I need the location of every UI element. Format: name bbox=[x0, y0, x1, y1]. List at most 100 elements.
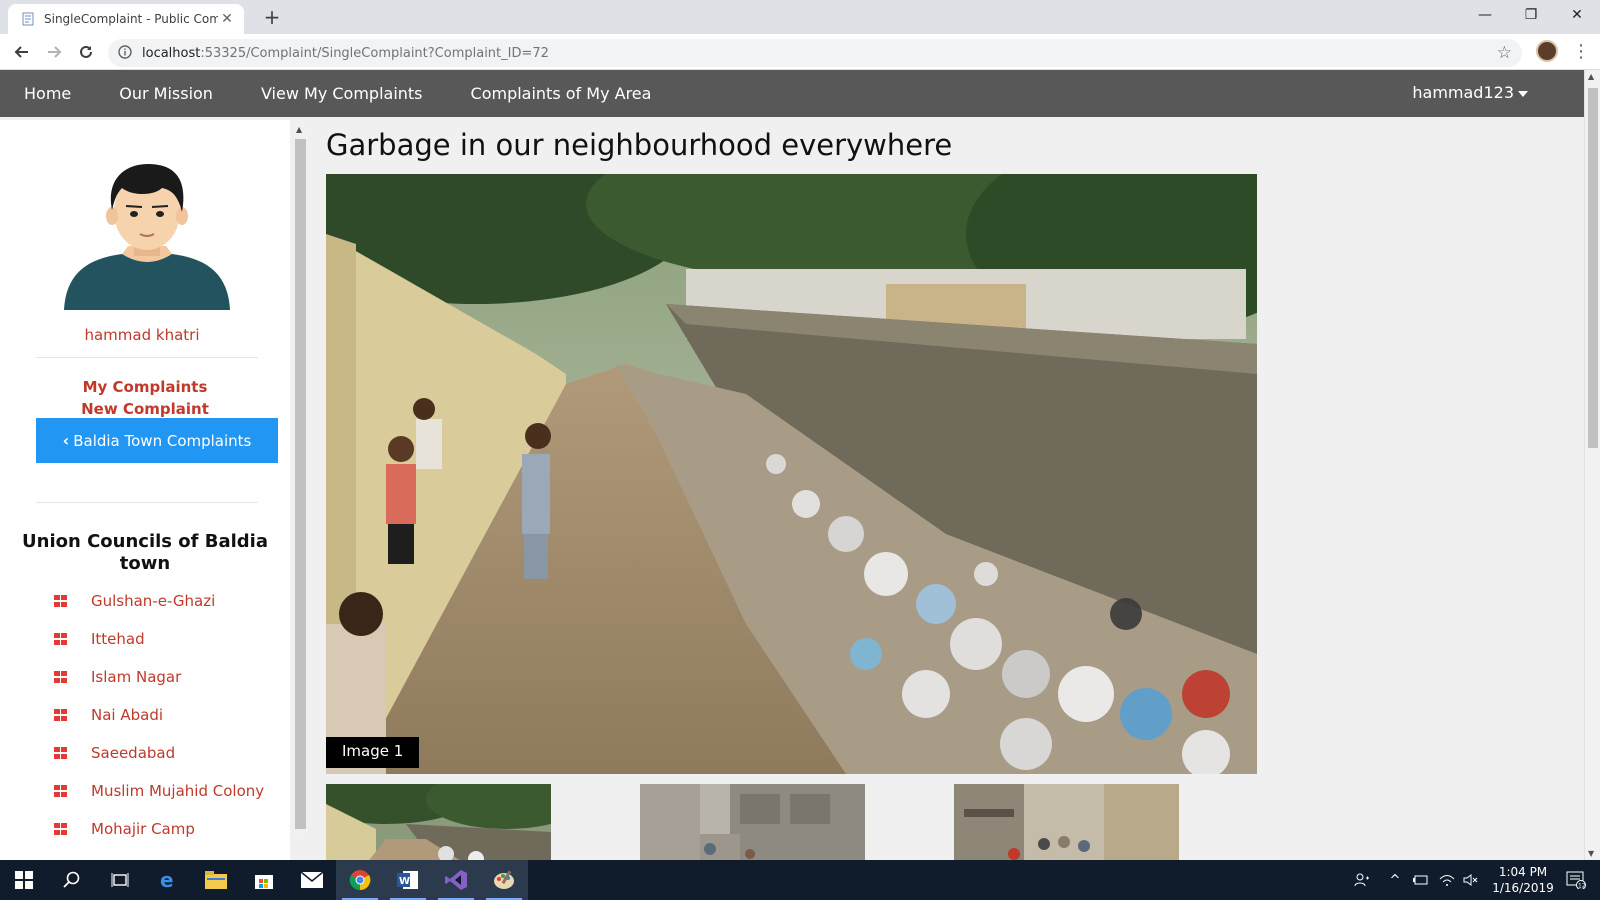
sidebar: hammad khatri My Complaints New Complain… bbox=[0, 120, 290, 860]
thumbnail-image-2[interactable] bbox=[640, 784, 865, 860]
volume-muted-icon[interactable] bbox=[1460, 860, 1482, 900]
search-icon[interactable] bbox=[48, 860, 96, 900]
minimize-icon[interactable]: — bbox=[1462, 0, 1508, 30]
page-viewport: Home Our Mission View My Complaints Comp… bbox=[0, 70, 1600, 860]
word-icon[interactable]: W bbox=[384, 860, 432, 900]
sidebar-divider bbox=[36, 502, 258, 503]
windows-taskbar: e W ^ 1:04 PM 1/16/2019 12 bbox=[0, 860, 1600, 900]
caret-down-icon bbox=[1518, 90, 1528, 97]
wifi-icon[interactable] bbox=[1436, 860, 1458, 900]
paint-icon[interactable] bbox=[480, 860, 528, 900]
new-tab-button[interactable]: + bbox=[258, 4, 286, 30]
complaint-main-image[interactable]: Image 1 bbox=[326, 174, 1257, 774]
bookmark-star-icon[interactable]: ☆ bbox=[1497, 43, 1512, 63]
chevron-up-icon[interactable]: ^ bbox=[1384, 860, 1406, 900]
page-favicon-icon bbox=[20, 11, 36, 27]
user-avatar bbox=[62, 160, 232, 310]
chevron-left-icon: ‹ bbox=[62, 431, 70, 450]
edge-browser-icon[interactable]: e bbox=[144, 860, 192, 900]
uc-item-label: Islam Nagar bbox=[91, 668, 182, 686]
uc-item-label: Saeedabad bbox=[91, 744, 176, 762]
uc-item-saeedabad[interactable]: Saeedabad bbox=[52, 742, 272, 764]
people-icon[interactable] bbox=[1348, 860, 1376, 900]
nav-home[interactable]: Home bbox=[24, 84, 71, 103]
nav-our-mission[interactable]: Our Mission bbox=[119, 84, 213, 103]
clock-time: 1:04 PM bbox=[1498, 865, 1548, 879]
svg-text:W: W bbox=[399, 876, 410, 887]
union-councils-heading: Union Councils of Baldia town bbox=[22, 531, 268, 574]
task-view-icon[interactable] bbox=[96, 860, 144, 900]
grid-icon bbox=[54, 785, 67, 797]
back-arrow-icon[interactable] bbox=[10, 40, 34, 64]
uc-item-gulshan-e-ghazi[interactable]: Gulshan-e-Ghazi bbox=[52, 590, 272, 612]
user-dropdown[interactable]: hammad123 bbox=[1412, 83, 1528, 102]
grid-icon bbox=[54, 823, 67, 835]
uc-item-label: Muslim Mujahid Colony bbox=[91, 782, 265, 800]
url-text: localhost:53325/Complaint/SingleComplain… bbox=[142, 46, 549, 61]
visual-studio-icon[interactable] bbox=[432, 860, 480, 900]
site-navbar: Home Our Mission View My Complaints Comp… bbox=[0, 70, 1584, 117]
windows-start-icon[interactable] bbox=[0, 860, 48, 900]
mail-icon[interactable] bbox=[288, 860, 336, 900]
uc-item-label: Ittehad bbox=[91, 630, 145, 648]
site-info-icon[interactable] bbox=[118, 44, 132, 63]
tab-title: SingleComplaint - Public Compla bbox=[44, 12, 218, 26]
grid-icon bbox=[54, 709, 67, 721]
uc-item-mohajir-camp[interactable]: Mohajir Camp bbox=[52, 818, 272, 840]
sidebar-user-name: hammad khatri bbox=[84, 326, 200, 344]
clock-date: 1/16/2019 bbox=[1492, 881, 1554, 895]
thumbnail-image-3[interactable] bbox=[954, 784, 1179, 860]
sidebar-divider bbox=[36, 357, 258, 358]
grid-icon bbox=[54, 595, 67, 607]
uc-item-islam-nagar[interactable]: Islam Nagar bbox=[52, 666, 272, 688]
union-councils-list: Gulshan-e-Ghazi Ittehad Islam Nagar Nai … bbox=[52, 590, 272, 856]
scroll-down-icon[interactable]: ▼ bbox=[1588, 849, 1594, 858]
user-dropdown-label: hammad123 bbox=[1412, 83, 1514, 102]
sidebar-scroll-thumb[interactable] bbox=[295, 139, 306, 829]
garbage-street-photo bbox=[326, 174, 1257, 774]
url-path: :53325/Complaint/SingleComplaint?Complai… bbox=[200, 45, 549, 61]
url-host: localhost bbox=[142, 45, 201, 61]
my-complaints-link[interactable]: My Complaints bbox=[0, 378, 290, 396]
thumbnail-image-1[interactable] bbox=[326, 784, 551, 860]
new-complaint-link[interactable]: New Complaint bbox=[0, 400, 290, 418]
tab-close-icon[interactable]: ✕ bbox=[218, 11, 236, 27]
grid-icon bbox=[54, 747, 67, 759]
notification-count: 12 bbox=[1578, 883, 1586, 890]
browser-menu-icon[interactable]: ⋮ bbox=[1572, 40, 1590, 64]
browser-tab-strip: SingleComplaint - Public Compla ✕ + — ❐ … bbox=[0, 0, 1600, 34]
scroll-up-icon[interactable]: ▲ bbox=[1588, 72, 1594, 81]
profile-avatar[interactable] bbox=[1536, 40, 1558, 62]
area-complaints-button[interactable]: ‹ Baldia Town Complaints bbox=[36, 418, 278, 463]
nav-complaints-of-my-area[interactable]: Complaints of My Area bbox=[471, 84, 652, 103]
nav-view-my-complaints[interactable]: View My Complaints bbox=[261, 84, 423, 103]
chrome-icon[interactable] bbox=[336, 860, 384, 900]
uc-item-label: Gulshan-e-Ghazi bbox=[91, 592, 216, 610]
complaint-title: Garbage in our neighbourhood everywhere bbox=[326, 128, 953, 162]
uc-item-label: Nai Abadi bbox=[91, 706, 164, 724]
store-icon[interactable] bbox=[240, 860, 288, 900]
browser-tab-active[interactable]: SingleComplaint - Public Compla ✕ bbox=[8, 4, 244, 34]
page-scrollbar[interactable]: ▲ ▼ bbox=[1584, 70, 1600, 860]
restore-icon[interactable]: ❐ bbox=[1508, 0, 1554, 30]
address-bar[interactable]: localhost:53325/Complaint/SingleComplain… bbox=[108, 39, 1522, 67]
uc-item-nai-abadi[interactable]: Nai Abadi bbox=[52, 704, 272, 726]
browser-toolbar: localhost:53325/Complaint/SingleComplain… bbox=[0, 34, 1600, 70]
uc-item-label: Mohajir Camp bbox=[91, 820, 195, 838]
taskbar-clock[interactable]: 1:04 PM 1/16/2019 bbox=[1486, 864, 1560, 896]
image-caption: Image 1 bbox=[326, 737, 420, 768]
uc-item-ittehad[interactable]: Ittehad bbox=[52, 628, 272, 650]
page-scroll-thumb[interactable] bbox=[1588, 88, 1598, 448]
window-close-icon[interactable]: ✕ bbox=[1554, 0, 1600, 30]
reload-icon[interactable] bbox=[74, 40, 98, 64]
scroll-up-icon[interactable]: ▲ bbox=[296, 125, 302, 134]
area-complaints-label: Baldia Town Complaints bbox=[73, 431, 252, 450]
grid-icon bbox=[54, 633, 67, 645]
uc-item-muslim-mujahid-colony[interactable]: Muslim Mujahid Colony bbox=[52, 780, 272, 802]
svg-text:e: e bbox=[160, 869, 174, 891]
file-explorer-icon[interactable] bbox=[192, 860, 240, 900]
sidebar-scrollbar[interactable]: ▲ bbox=[294, 125, 307, 835]
battery-icon[interactable] bbox=[1410, 860, 1432, 900]
notifications-icon[interactable]: 12 bbox=[1560, 860, 1592, 900]
forward-arrow-icon[interactable] bbox=[42, 40, 66, 64]
